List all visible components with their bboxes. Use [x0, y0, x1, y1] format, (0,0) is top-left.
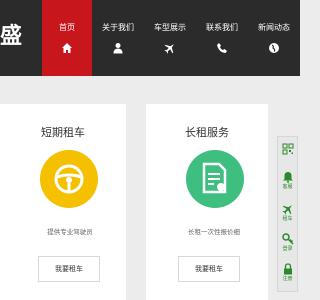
sidebar-item-label: 租车: [282, 216, 293, 222]
sidebar-item-register[interactable]: 注册: [278, 263, 297, 283]
steering-wheel-icon: [53, 163, 85, 195]
sidebar-item-label: 客服: [282, 184, 293, 190]
bell-icon: [278, 171, 297, 183]
sidebar-item-label: 登录: [282, 246, 293, 252]
sidebar-item-service[interactable]: 客服: [278, 171, 297, 191]
nav-item-news[interactable]: 新闻动态: [248, 0, 300, 76]
nav-item-label: 车型展示: [154, 23, 186, 32]
card-description: 长租一次性报价细: [188, 228, 240, 236]
nav-item-about[interactable]: 关于我们: [92, 0, 144, 76]
user-icon: [112, 42, 124, 54]
rent-car-button[interactable]: 我要租车: [38, 256, 100, 282]
service-card-short-term: 短期租车 提供专业驾驶员 我要租车: [0, 104, 126, 300]
key-icon: [278, 233, 297, 245]
brand-logo-text[interactable]: 盛: [0, 22, 40, 52]
card-icon-circle: [186, 150, 244, 208]
nav-item-models[interactable]: 车型展示: [144, 0, 196, 76]
sidebar-item-rent[interactable]: 租车: [278, 203, 297, 223]
sidebar-item-login[interactable]: 登录: [278, 233, 297, 253]
phone-icon: [216, 42, 228, 54]
header: 盛 首页 关于我们 车型展示 联系我们 新闻动态: [0, 0, 300, 76]
airplane-icon: [278, 203, 297, 215]
nav-item-label: 关于我们: [102, 23, 134, 32]
qr-code-icon: [278, 143, 297, 155]
service-card-long-term: 长租服务 长租一次性报价细 我要租车: [146, 104, 268, 300]
home-icon: [61, 42, 73, 54]
sidebar-item-qr[interactable]: [278, 143, 297, 156]
card-title: 短期租车: [41, 126, 85, 139]
airplane-icon: [164, 42, 176, 54]
nav-item-label: 首页: [59, 23, 75, 32]
nav-item-label: 联系我们: [206, 23, 238, 32]
lock-icon: [278, 263, 297, 275]
rent-car-button[interactable]: 我要租车: [178, 256, 240, 282]
nav-item-home[interactable]: 首页: [42, 0, 92, 76]
card-icon-circle: [40, 150, 98, 208]
document-icon: [201, 162, 229, 196]
sidebar-item-label: 注册: [282, 276, 293, 282]
card-title: 长租服务: [185, 126, 229, 139]
floating-sidebar: 客服 租车 登录 注册: [277, 136, 298, 292]
card-description: 提供专业驾驶员: [47, 228, 93, 236]
globe-icon: [268, 42, 280, 54]
nav-item-contact[interactable]: 联系我们: [196, 0, 248, 76]
nav-item-label: 新闻动态: [258, 23, 290, 32]
